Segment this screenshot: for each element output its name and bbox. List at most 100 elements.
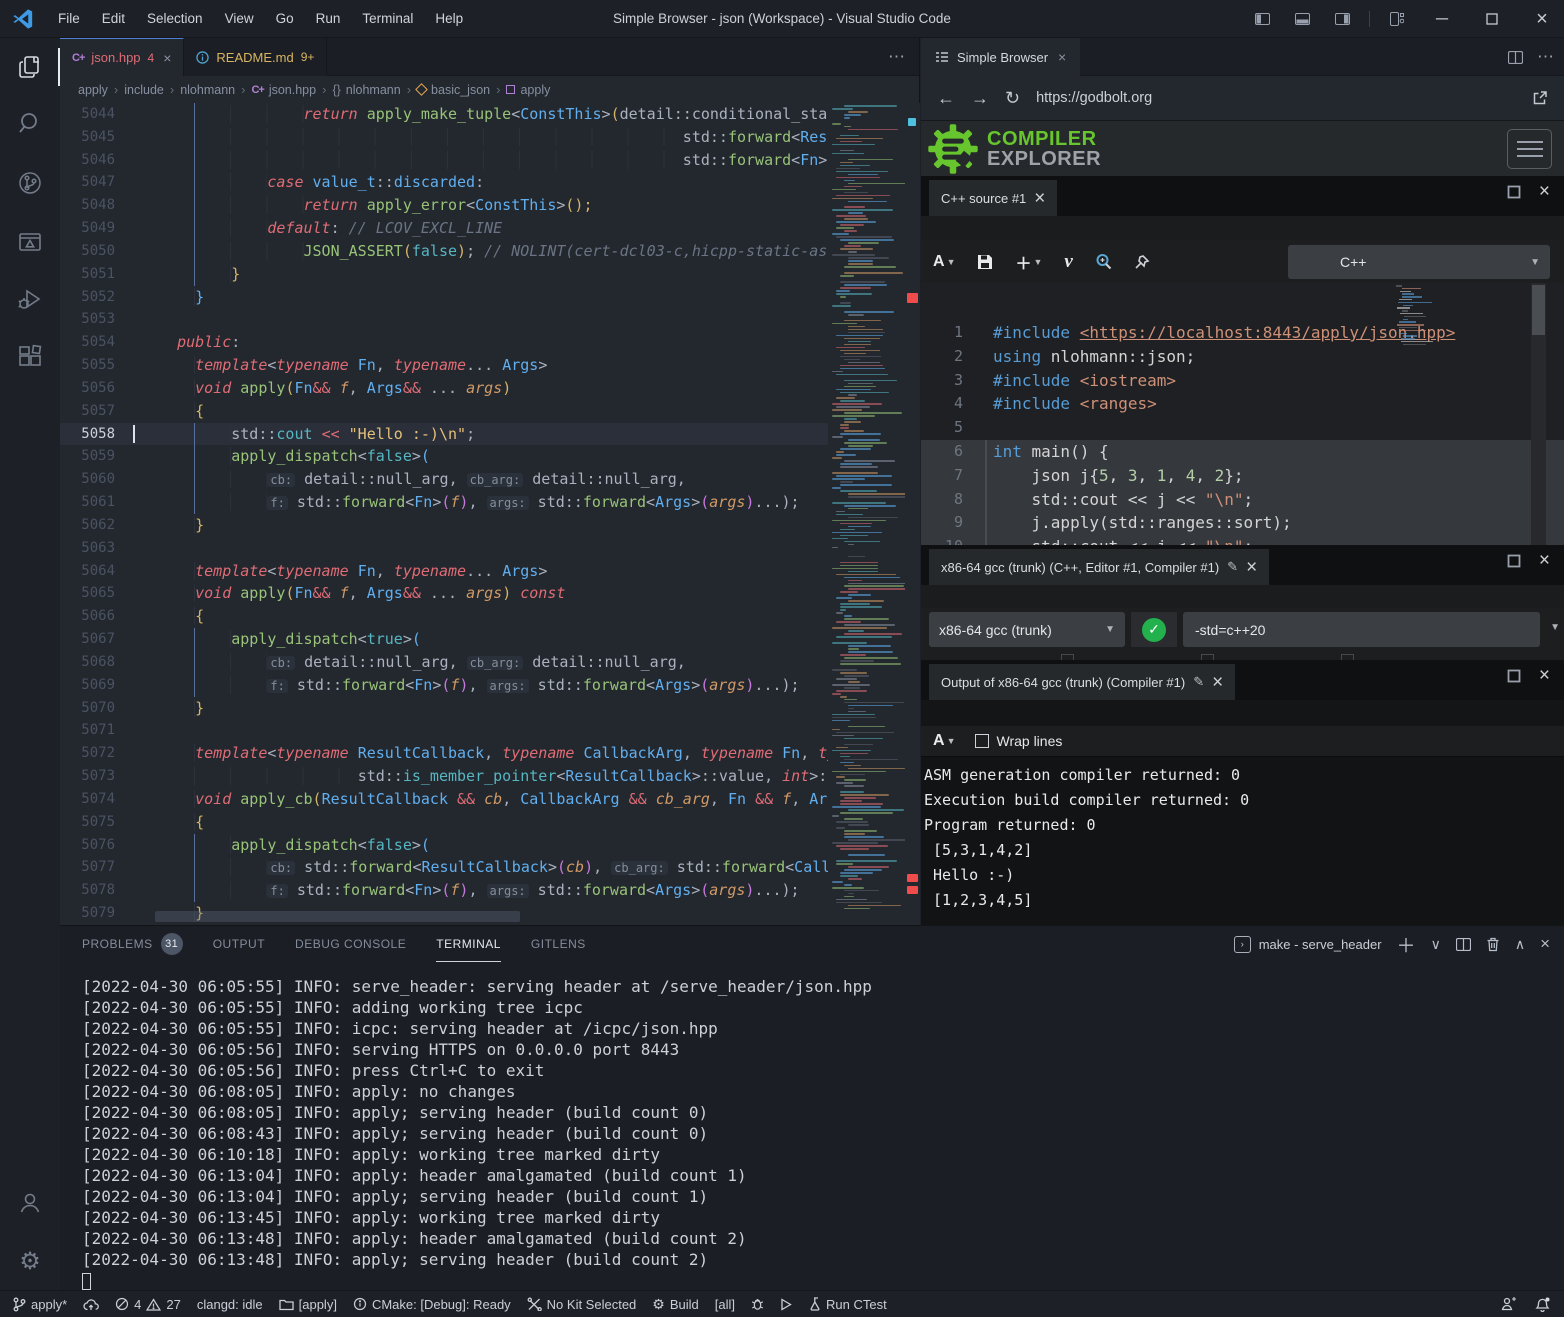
menu-view[interactable]: View	[214, 0, 265, 38]
tab-json-hpp[interactable]: C+ json.hpp 4 ×	[60, 38, 184, 76]
maximize-pane-icon[interactable]	[1507, 669, 1521, 683]
breadcrumb-item[interactable]: nlohmann	[346, 83, 401, 97]
sidebar-item-live-preview[interactable]	[0, 219, 60, 265]
tab-readme-md[interactable]: README.md 9+	[184, 38, 327, 76]
close-pane-icon[interactable]: ×	[1539, 666, 1550, 685]
language-select[interactable]: C++▼	[1288, 245, 1550, 279]
settings-gear-icon[interactable]: ⚙	[0, 1238, 60, 1284]
close-pane-icon[interactable]: ×	[1539, 551, 1550, 570]
tab-output[interactable]: OUTPUT	[213, 926, 265, 962]
rename-pane-icon[interactable]: ✎	[1227, 559, 1238, 575]
build-target[interactable]: [all]	[715, 1297, 735, 1312]
tab-terminal[interactable]: TERMINAL	[436, 926, 501, 962]
editor-more-actions-icon[interactable]: ⋯	[888, 38, 905, 76]
minimize-button[interactable]: ─	[1420, 0, 1464, 38]
sidebar-item-run-and-debug[interactable]	[0, 277, 60, 323]
sidebar-item-search[interactable]	[0, 100, 60, 146]
compiler-options-input[interactable]: -std=c++20	[1183, 612, 1540, 647]
terminal-dropdown-icon[interactable]: ∨	[1431, 936, 1441, 953]
zoom-icon[interactable]	[1095, 253, 1112, 270]
breadcrumb-item[interactable]: apply	[520, 83, 550, 97]
pin-icon[interactable]	[1134, 254, 1150, 270]
menu-run[interactable]: Run	[305, 0, 352, 38]
forward-icon[interactable]: →	[971, 88, 989, 109]
close-icon[interactable]: ×	[1034, 189, 1045, 208]
breadcrumb-item[interactable]: json.hpp	[269, 83, 316, 97]
close-tab-icon[interactable]: ×	[1058, 49, 1066, 65]
hamburger-menu-icon[interactable]	[1507, 129, 1552, 169]
save-icon[interactable]	[977, 254, 993, 270]
build-button[interactable]: ⚙ Build	[652, 1296, 698, 1313]
menu-file[interactable]: File	[47, 0, 91, 38]
menu-selection[interactable]: Selection	[136, 0, 214, 38]
problems-status[interactable]: 4 27	[115, 1297, 181, 1312]
font-size-icon[interactable]: A▼	[933, 732, 955, 750]
compiler-select[interactable]: x86-64 gcc (trunk)▼	[929, 612, 1125, 647]
rename-pane-icon[interactable]: ✎	[1193, 674, 1204, 690]
tab-simple-browser[interactable]: Simple Browser ×	[921, 38, 1080, 76]
toggle-sidebar-icon[interactable]	[1245, 0, 1279, 38]
new-terminal-icon[interactable]: ＋	[1397, 931, 1416, 958]
breadcrumb-item[interactable]: nlohmann	[180, 83, 235, 97]
menu-edit[interactable]: Edit	[91, 0, 136, 38]
toggle-secondary-sidebar-icon[interactable]	[1325, 0, 1359, 38]
back-icon[interactable]: ←	[937, 88, 955, 109]
browser-more-actions-icon[interactable]: ⋯	[1537, 47, 1554, 67]
branch-status[interactable]: apply*	[12, 1297, 67, 1312]
maximize-pane-icon[interactable]	[1507, 554, 1521, 568]
menu-help[interactable]: Help	[424, 0, 474, 38]
wrap-lines-checkbox[interactable]: Wrap lines	[975, 733, 1062, 749]
code-editor[interactable]: 5044 return apply_make_tuple<ConstThis>(…	[60, 103, 920, 925]
clangd-status[interactable]: clangd: idle	[197, 1297, 263, 1312]
sidebar-item-source-control[interactable]	[0, 160, 60, 206]
font-size-icon[interactable]: A▼	[933, 253, 955, 271]
notifications-bell-icon[interactable]	[1535, 1297, 1550, 1312]
open-external-icon[interactable]	[1532, 90, 1548, 106]
customize-layout-icon[interactable]	[1380, 0, 1414, 38]
terminal-output[interactable]: [2022-04-30 06:05:55] INFO: serve_header…	[82, 976, 1554, 1290]
maximize-panel-icon[interactable]: ∧	[1515, 936, 1525, 953]
breadcrumb-item[interactable]: include	[124, 83, 164, 97]
ce-scrollbar[interactable]	[1531, 283, 1546, 545]
feedback-icon[interactable]	[1501, 1297, 1517, 1311]
overview-ruler[interactable]	[905, 103, 920, 925]
kit-status[interactable]: No Kit Selected	[527, 1297, 637, 1312]
vim-mode-icon[interactable]: v	[1064, 251, 1072, 273]
kill-terminal-icon[interactable]	[1486, 937, 1500, 952]
run-ctest-button[interactable]: Run CTest	[808, 1297, 887, 1312]
close-tab-icon[interactable]: ×	[163, 50, 171, 66]
options-dropdown-icon[interactable]: ▼	[1550, 622, 1560, 633]
horizontal-scrollbar[interactable]	[155, 911, 520, 922]
accounts-icon[interactable]	[0, 1180, 60, 1226]
maximize-pane-icon[interactable]	[1507, 185, 1521, 199]
add-pane-icon[interactable]: ＋▼	[1015, 250, 1042, 274]
close-icon[interactable]: ×	[1212, 673, 1223, 692]
terminal-instance[interactable]: › make - serve_header	[1234, 936, 1382, 953]
ce-source-editor[interactable]: 1#include <https://localhost:8443/apply/…	[921, 283, 1564, 545]
output-pane-tab[interactable]: Output of x86-64 gcc (trunk) (Compiler #…	[929, 664, 1235, 700]
sidebar-item-explorer[interactable]	[0, 44, 60, 90]
tab-debug-console[interactable]: DEBUG CONSOLE	[295, 926, 406, 962]
cmake-status[interactable]: CMake: [Debug]: Ready	[353, 1297, 511, 1312]
tab-gitlens[interactable]: GITLENS	[531, 926, 586, 962]
breadcrumb-item[interactable]: basic_json	[431, 83, 490, 97]
breadcrumb-item[interactable]: apply	[78, 83, 108, 97]
close-panel-icon[interactable]: ×	[1540, 934, 1550, 954]
split-editor-icon[interactable]	[1508, 51, 1523, 64]
minimap[interactable]	[828, 103, 905, 925]
tab-problems[interactable]: PROBLEMS 31	[82, 926, 183, 962]
menu-terminal[interactable]: Terminal	[351, 0, 424, 38]
split-terminal-icon[interactable]	[1456, 938, 1471, 951]
close-pane-icon[interactable]: ×	[1539, 182, 1550, 201]
reload-icon[interactable]: ↻	[1005, 88, 1020, 109]
cmake-project-status[interactable]: [apply]	[279, 1297, 337, 1312]
menu-go[interactable]: Go	[265, 0, 305, 38]
sidebar-item-extensions[interactable]	[0, 334, 60, 380]
url-input[interactable]: https://godbolt.org	[1036, 90, 1516, 106]
publish-status[interactable]	[83, 1298, 99, 1311]
maximize-button[interactable]	[1470, 0, 1514, 38]
close-icon[interactable]: ×	[1246, 558, 1257, 577]
source-pane-tab[interactable]: C++ source #1×	[929, 180, 1057, 216]
compiler-pane-tab[interactable]: x86-64 gcc (trunk) (C++, Editor #1, Comp…	[929, 549, 1269, 585]
debug-button[interactable]	[751, 1297, 764, 1311]
